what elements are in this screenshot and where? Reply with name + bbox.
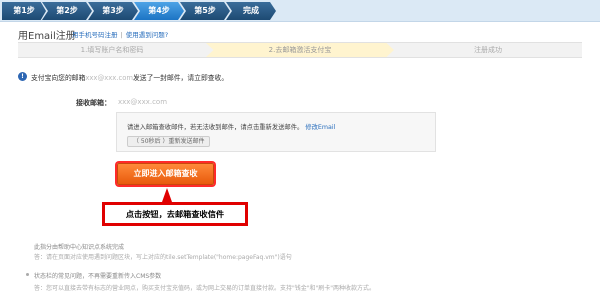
change-email-link[interactable]: 修改Email	[305, 124, 335, 131]
step-1: 第1步	[2, 2, 46, 20]
notice-text: 请进入邮箱查收邮件，若无法收到邮件，请点击重新发送邮件。 修改Email	[127, 122, 335, 131]
instruction-callout: 点击按钮，去邮箱查收信件	[102, 202, 248, 226]
callout-arrow	[162, 188, 172, 202]
title-links: 用手机号码注册 | 使用遇到问题?	[72, 31, 169, 39]
notice-message: 请进入邮箱查收邮件，若无法收到邮件，请点击重新发送邮件。	[127, 124, 304, 131]
step-done: 完成	[226, 2, 276, 20]
resend-email-button[interactable]: （ 50秒后 ）重新发送邮件	[127, 136, 211, 147]
phone-register-link[interactable]: 用手机号码注册	[72, 31, 118, 39]
info-suffix: 发送了一封邮件，请立即查收。	[132, 74, 229, 82]
step-bar: 第1步 第2步 第3步 第4步 第5步 完成	[0, 0, 600, 22]
info-icon: !	[18, 72, 27, 81]
receive-email-value: xxx@xxx.com	[118, 98, 168, 106]
registration-progress: 1.填写账户名和密码 2.去邮箱激活支付宝 注册成功	[18, 42, 582, 58]
notice-box: 请进入邮箱查收邮件，若无法收到邮件，请点击重新发送邮件。 修改Email （ 5…	[116, 112, 436, 152]
progress-step-1: 1.填写账户名和密码	[80, 46, 144, 54]
info-prefix: 支付宝向您的邮箱	[31, 74, 86, 82]
info-message: 支付宝向您的邮箱xxx@xxx.com发送了一封邮件，请立即查收。	[31, 72, 228, 82]
faq-question-2: 状态栏的常见问题，不再需要重新传入CMS参数	[34, 273, 162, 280]
step-4: 第4步	[134, 2, 184, 20]
faq-bullet	[26, 273, 29, 276]
step-5: 第5步	[180, 2, 230, 20]
step-2: 第2步	[42, 2, 92, 20]
faq-answer-2: 答：您可以直接去带有标志的营业网点，购买支付宝充值码，或为网上交易的订单直接付款…	[34, 285, 376, 292]
progress-step-3: 注册成功	[474, 46, 502, 54]
progress-step-2: 2.去邮箱激活支付宝	[206, 43, 394, 57]
faq-question-1: 此指分由帮助中心知识点系统完成	[34, 244, 125, 251]
open-mailbox-button[interactable]: 立即进入邮箱查收	[117, 163, 214, 185]
info-email: xxx@xxx.com	[85, 74, 133, 82]
page-title: 用Email注册	[18, 31, 76, 42]
faq-answer-1: 答：请在页面对应使用遇到问题区块，写上对应的tile.setTemplate("…	[34, 254, 292, 261]
step-3: 第3步	[88, 2, 138, 20]
help-link[interactable]: 使用遇到问题?	[126, 31, 168, 39]
receive-email-label: 接收邮箱：	[76, 99, 111, 107]
